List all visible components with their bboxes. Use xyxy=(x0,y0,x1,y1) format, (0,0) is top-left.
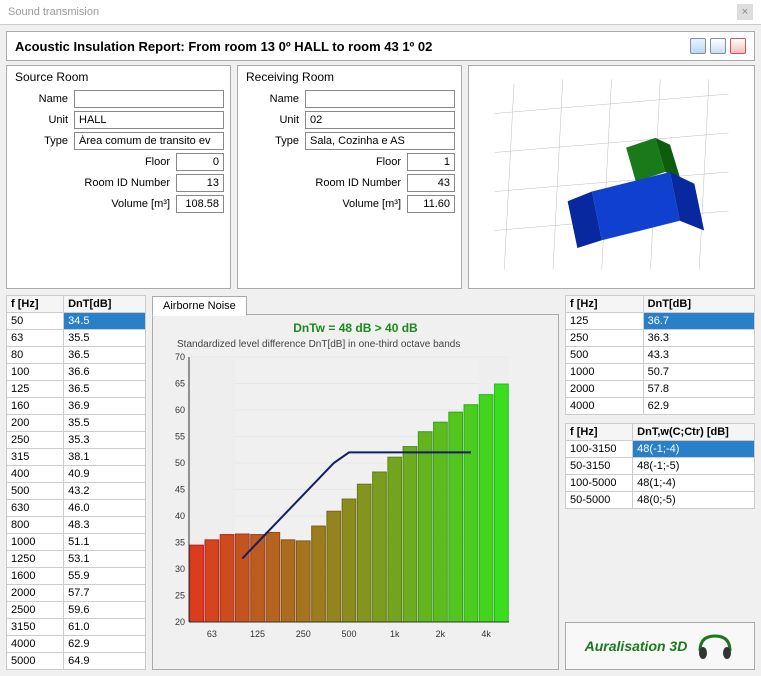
svg-text:4k: 4k xyxy=(481,629,491,639)
headset-icon xyxy=(695,631,735,661)
table-row[interactable]: 16036.9 xyxy=(7,397,146,414)
table-row[interactable]: 50-500048(0;-5) xyxy=(566,491,755,508)
svg-text:50: 50 xyxy=(175,458,185,468)
source-name-input[interactable] xyxy=(74,90,224,108)
svg-text:1k: 1k xyxy=(390,629,400,639)
table-row[interactable]: 50043.2 xyxy=(7,482,146,499)
svg-text:60: 60 xyxy=(175,405,185,415)
receiving-room-legend: Receiving Room xyxy=(246,70,455,84)
source-type-input[interactable] xyxy=(74,132,224,150)
table-row[interactable]: 250059.6 xyxy=(7,601,146,618)
svg-text:55: 55 xyxy=(175,431,185,441)
table-row[interactable]: 400062.9 xyxy=(7,635,146,652)
svg-text:45: 45 xyxy=(175,484,185,494)
chart-title: DnTw = 48 dB > 40 dB xyxy=(159,321,552,335)
receiving-room-panel: Receiving Room Name Unit Type Floor Room… xyxy=(237,65,462,289)
freq-third-octave-table[interactable]: f [Hz]DnT[dB] 5034.56335.58036.510036.61… xyxy=(6,295,146,670)
room-3d-view[interactable] xyxy=(468,65,755,289)
report-title: Acoustic Insulation Report: From room 13… xyxy=(15,39,432,54)
table-row[interactable]: 10036.6 xyxy=(7,363,146,380)
table-row[interactable]: 5034.5 xyxy=(7,312,146,329)
auralisation-button[interactable]: Auralisation 3D xyxy=(565,622,755,670)
table-row[interactable]: 8036.5 xyxy=(7,346,146,363)
window-titlebar: Sound transmision × xyxy=(0,0,761,25)
table-row[interactable]: 100051.1 xyxy=(7,533,146,550)
window-title: Sound transmision xyxy=(8,6,99,18)
table-row[interactable]: 31538.1 xyxy=(7,448,146,465)
chart-panel: DnTw = 48 dB > 40 dB Standardized level … xyxy=(152,314,559,670)
table-row[interactable]: 400062.9 xyxy=(566,397,755,414)
export-xml-icon[interactable] xyxy=(690,38,706,54)
svg-text:125: 125 xyxy=(250,629,265,639)
receiving-type-input[interactable] xyxy=(305,132,455,150)
table-row[interactable]: 40040.9 xyxy=(7,465,146,482)
svg-text:500: 500 xyxy=(341,629,356,639)
svg-text:20: 20 xyxy=(175,617,185,627)
source-unit-input[interactable] xyxy=(74,111,224,129)
source-volume-input[interactable] xyxy=(176,195,224,213)
table-row[interactable]: 25036.3 xyxy=(566,329,755,346)
source-room-panel: Source Room Name Unit Type Floor Room ID… xyxy=(6,65,231,289)
table-row[interactable]: 20035.5 xyxy=(7,414,146,431)
table-row[interactable]: 6335.5 xyxy=(7,329,146,346)
receiving-floor-input[interactable] xyxy=(407,153,455,171)
table-row[interactable]: 315061.0 xyxy=(7,618,146,635)
receiving-roomid-input[interactable] xyxy=(407,174,455,192)
table-row[interactable]: 80048.3 xyxy=(7,516,146,533)
octave-table[interactable]: f [Hz]DnT[dB] 12536.725036.350043.310005… xyxy=(565,295,755,415)
table-row[interactable]: 200057.7 xyxy=(7,584,146,601)
export-pdf-icon[interactable] xyxy=(730,38,746,54)
table-row[interactable]: 100-500048(1;-4) xyxy=(566,474,755,491)
table-row[interactable]: 125053.1 xyxy=(7,550,146,567)
export-doc-icon[interactable] xyxy=(710,38,726,54)
table-row[interactable]: 25035.3 xyxy=(7,431,146,448)
receiving-name-input[interactable] xyxy=(305,90,455,108)
svg-text:250: 250 xyxy=(296,629,311,639)
svg-text:30: 30 xyxy=(175,564,185,574)
table-row[interactable]: 12536.5 xyxy=(7,380,146,397)
source-roomid-input[interactable] xyxy=(176,174,224,192)
svg-text:25: 25 xyxy=(175,590,185,600)
table-row[interactable]: 50-315048(-1;-5) xyxy=(566,457,755,474)
report-header: Acoustic Insulation Report: From room 13… xyxy=(6,31,755,61)
svg-text:70: 70 xyxy=(175,352,185,362)
export-icons xyxy=(690,38,746,54)
receiving-unit-input[interactable] xyxy=(305,111,455,129)
table-row[interactable]: 63046.0 xyxy=(7,499,146,516)
svg-text:2k: 2k xyxy=(436,629,446,639)
svg-text:65: 65 xyxy=(175,378,185,388)
chart-subtitle: Standardized level difference DnT[dB] in… xyxy=(177,339,552,350)
svg-text:40: 40 xyxy=(175,511,185,521)
table-row[interactable]: 160055.9 xyxy=(7,567,146,584)
table-row[interactable]: 12536.7 xyxy=(566,312,755,329)
svg-text:63: 63 xyxy=(207,629,217,639)
table-row[interactable]: 200057.8 xyxy=(566,380,755,397)
table-row[interactable]: 50043.3 xyxy=(566,346,755,363)
source-room-legend: Source Room xyxy=(15,70,224,84)
close-icon[interactable]: × xyxy=(737,4,753,20)
table-row[interactable]: 100-315048(-1;-4) xyxy=(566,440,755,457)
svg-text:35: 35 xyxy=(175,537,185,547)
weighted-table[interactable]: f [Hz]DnT,w(C;Ctr) [dB] 100-315048(-1;-4… xyxy=(565,423,755,509)
tab-airborne-noise[interactable]: Airborne Noise xyxy=(152,296,247,316)
source-floor-input[interactable] xyxy=(176,153,224,171)
bar-chart: 20 25 30 35 40 45 50 55 60 65 70 63 125 250 500 1k 2k 4k xyxy=(159,352,519,642)
receiving-volume-input[interactable] xyxy=(407,195,455,213)
table-row[interactable]: 100050.7 xyxy=(566,363,755,380)
table-row[interactable]: 500064.9 xyxy=(7,652,146,669)
